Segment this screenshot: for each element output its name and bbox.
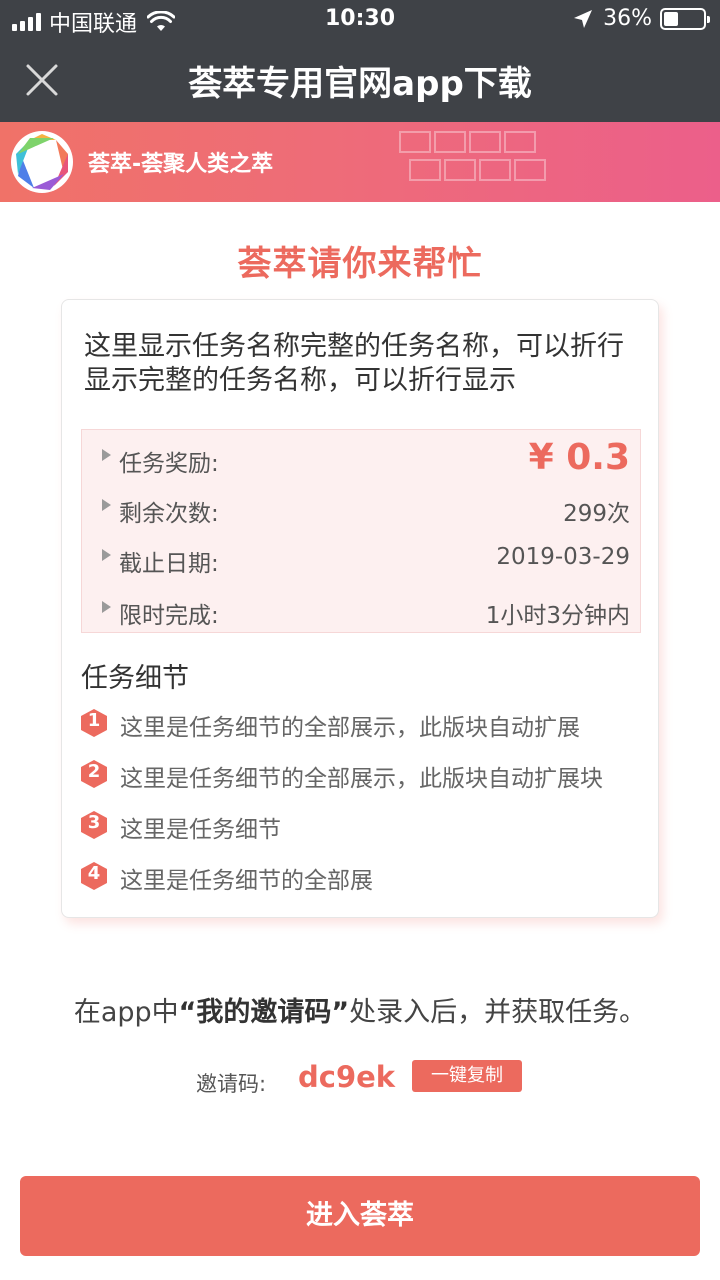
info-label: 剩余次数: [119,501,219,527]
info-value: 299次 [563,501,630,527]
triangle-bullet-icon [102,549,111,561]
copy-code-button[interactable]: 一键复制 [412,1060,522,1092]
battery-percent: 36% [603,6,652,31]
triangle-bullet-icon [102,601,111,613]
info-value: 2019-03-29 [496,544,630,570]
invite-desc-quote: “我的邀请码” [178,997,350,1028]
task-card: 这里显示任务名称完整的任务名称，可以折行显示完整的任务名称，可以折行显示 任务奖… [61,299,659,918]
nav-bar: 荟萃专用官网app下载 [0,40,720,122]
invite-code-row: 邀请码: dc9ek 一键复制 [0,1060,720,1100]
headline: 荟萃请你来帮忙 [237,244,483,284]
invite-code-label: 邀请码: [196,1072,267,1096]
info-label: 限时完成: [119,603,219,629]
detail-text: 这里是任务细节 [120,817,281,843]
keyboard-decoration [399,131,546,181]
detail-number: 3 [87,812,101,833]
detail-text: 这里是任务细节的全部展 [120,868,373,894]
detail-number: 2 [87,761,101,782]
battery-fill [664,11,678,26]
triangle-bullet-icon [102,499,111,511]
invite-description: 在app中“我的邀请码”处录入后，并获取任务。 [0,990,720,1029]
details-heading: 任务细节 [81,663,189,694]
task-info-box: 任务奖励: ¥ 0.3 剩余次数: 299次 截止日期: 2019-03-29 … [81,429,641,633]
info-label: 任务奖励: [119,451,219,477]
detail-number: 4 [87,863,101,884]
info-value: 1小时3分钟内 [485,603,630,629]
task-title: 这里显示任务名称完整的任务名称，可以折行显示完整的任务名称，可以折行显示 [84,331,624,396]
info-row-remaining: 剩余次数: 299次 [82,488,642,528]
detail-text: 这里是任务细节的全部展示，此版块自动扩展 [120,715,580,741]
triangle-bullet-icon [102,449,111,461]
location-arrow-icon [574,9,593,28]
detail-text: 这里是任务细节的全部展示，此版块自动扩展块 [120,766,603,792]
invite-code-value[interactable]: dc9ek [298,1060,395,1094]
enter-app-button[interactable]: 进入荟萃 [20,1176,700,1256]
page-title: 荟萃专用官网app下载 [188,64,532,104]
detail-number: 1 [87,710,101,731]
info-row-reward: 任务奖励: ¥ 0.3 [82,437,642,478]
app-banner[interactable]: 荟萃-荟聚人类之萃 [0,122,720,202]
app-logo-icon [11,131,73,193]
info-row-time-limit: 限时完成: 1小时3分钟内 [82,590,642,630]
status-right: 36% [573,6,710,31]
reward-value: ¥ 0.3 [528,437,630,478]
info-label: 截止日期: [119,551,219,577]
status-bar: 中国联通 10:30 36% [0,0,720,40]
info-row-deadline: 截止日期: 2019-03-29 [82,538,642,578]
banner-text: 荟萃-荟聚人类之萃 [88,152,274,177]
invite-desc-prefix: 在app中 [73,997,179,1028]
invite-desc-suffix: 处录入后，并获取任务。 [349,997,647,1028]
battery-icon [660,7,710,30]
